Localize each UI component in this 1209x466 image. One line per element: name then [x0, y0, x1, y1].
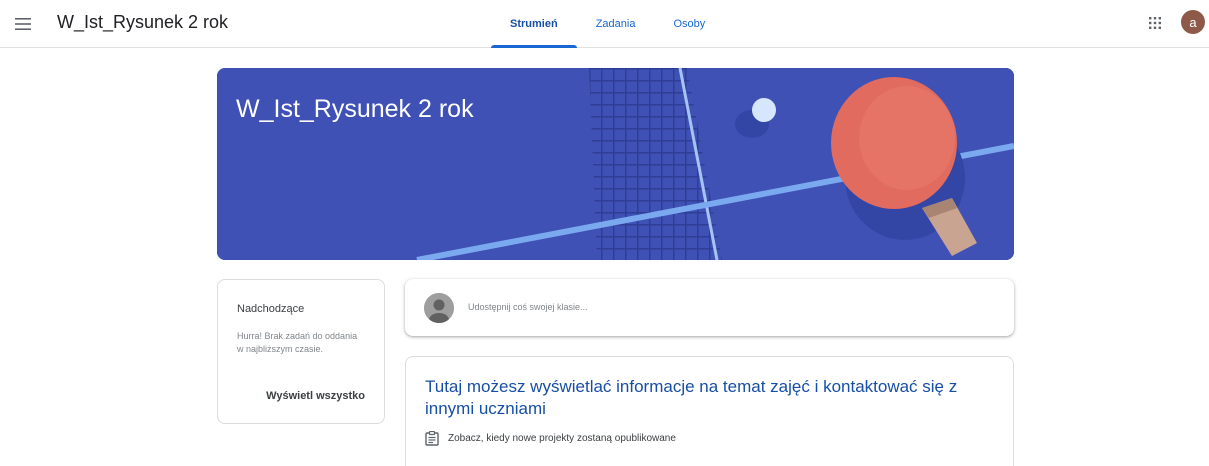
apps-grid-icon [1149, 17, 1161, 29]
assignment-icon [425, 431, 439, 446]
banner-class-title: W_Ist_Rysunek 2 rok [236, 95, 474, 123]
info-title: Tutaj możesz wyświetlać informacje na te… [425, 377, 958, 418]
account-avatar[interactable]: a [1181, 10, 1205, 34]
class-title[interactable]: W_Ist_Rysunek 2 rok [57, 12, 228, 33]
class-banner: W_Ist_Rysunek 2 rok [217, 68, 1014, 260]
google-apps-button[interactable] [1143, 11, 1167, 35]
tab-classwork[interactable]: Zadania [577, 0, 655, 48]
tab-stream[interactable]: Strumień [491, 0, 577, 48]
menu-icon [15, 18, 31, 30]
share-announcement-box[interactable]: Udostępnij coś swojej klasie... [405, 279, 1014, 336]
info-row: Zobacz, kiedy nowe projekty zostaną opub… [425, 431, 676, 446]
main-menu-button[interactable] [8, 9, 38, 39]
upcoming-title: Nadchodzące [237, 303, 305, 315]
share-placeholder: Udostępnij coś swojej klasie... [468, 302, 588, 312]
user-silhouette-icon [424, 293, 454, 323]
tab-people[interactable]: Osoby [654, 0, 724, 48]
view-all-link[interactable]: Wyświetl wszystko [218, 390, 365, 402]
nav-tabs: Strumień Zadania Osoby [491, 0, 724, 48]
top-app-bar: W_Ist_Rysunek 2 rok Strumień Zadania Oso… [0, 0, 1209, 48]
info-row-text: Zobacz, kiedy nowe projekty zostaną opub… [448, 433, 676, 444]
upcoming-empty-text: Hurra! Brak zadań do oddania w najbliższ… [237, 331, 358, 354]
upcoming-card: Nadchodzące Hurra! Brak zadań do oddania… [217, 279, 385, 424]
stream-info-card: Tutaj możesz wyświetlać informacje na te… [405, 356, 1014, 466]
